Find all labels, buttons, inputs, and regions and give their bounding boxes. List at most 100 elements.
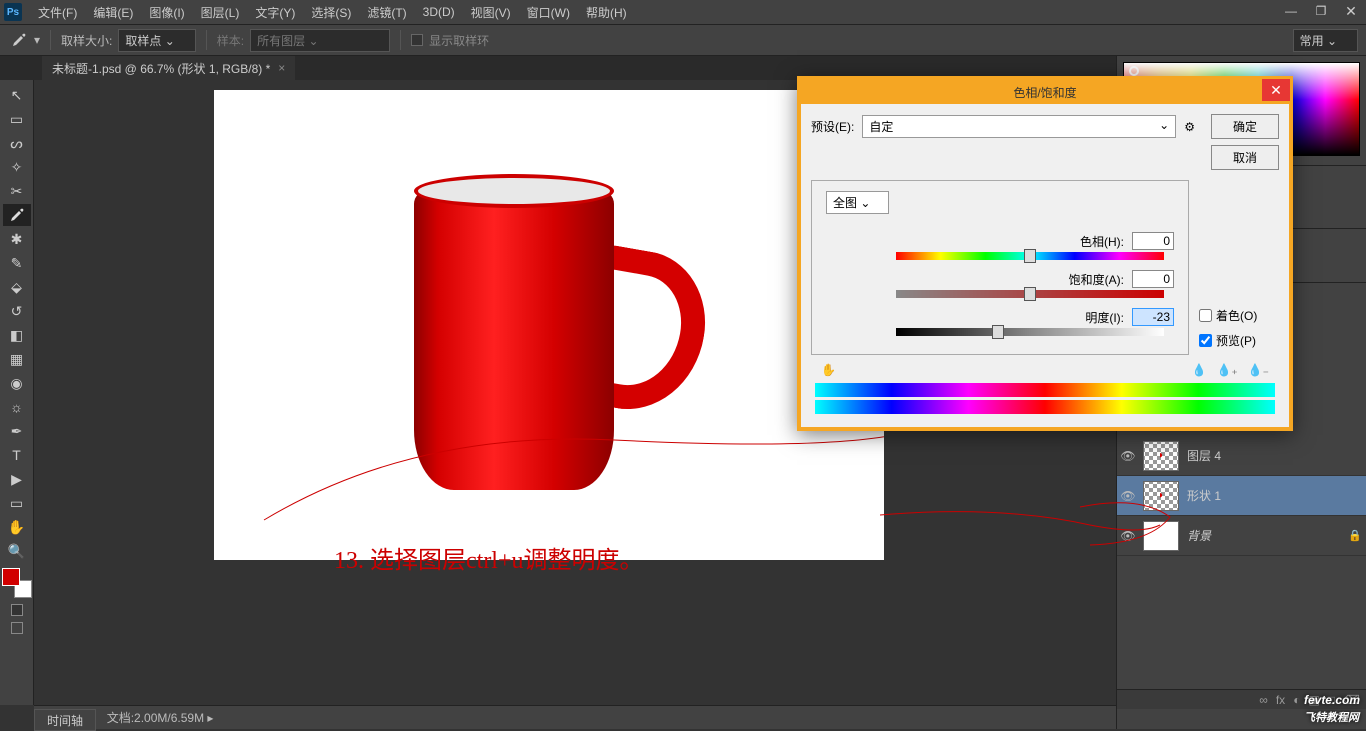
watermark: fevte.com 飞特教程网 xyxy=(1304,688,1360,725)
dialog-close-button[interactable]: ✕ xyxy=(1262,79,1290,101)
path-select-tool[interactable]: ▶ xyxy=(3,468,31,490)
eye-icon[interactable]: 👁 xyxy=(1121,449,1135,463)
dialog-titlebar[interactable]: 色相/饱和度 ✕ xyxy=(801,80,1289,104)
color-swatches[interactable] xyxy=(2,568,32,598)
fx-icon[interactable]: fx xyxy=(1276,693,1285,707)
pen-tool[interactable]: ✒ xyxy=(3,420,31,442)
menu-3d[interactable]: 3D(D) xyxy=(415,5,463,19)
eyedropper-plus-icon[interactable]: 💧₊ xyxy=(1216,363,1237,377)
colorize-checkbox[interactable]: 着色(O) xyxy=(1199,307,1279,324)
brush-tool[interactable]: ✎ xyxy=(3,252,31,274)
sample-label: 样本: xyxy=(217,32,244,49)
saturation-slider[interactable] xyxy=(896,290,1164,298)
shape-tool[interactable]: ▭ xyxy=(3,492,31,514)
menu-window[interactable]: 窗口(W) xyxy=(519,4,578,21)
saturation-input[interactable] xyxy=(1132,270,1174,288)
tools-panel: ↖ ▭ ᔕ ✧ ✂ ✱ ✎ ⬙ ↺ ◧ ▦ ◉ ☼ ✒ T ▶ ▭ ✋ 🔍 xyxy=(0,80,34,705)
history-brush-tool[interactable]: ↺ xyxy=(3,300,31,322)
hue-range-strip xyxy=(811,383,1279,414)
menu-bar: Ps 文件(F) 编辑(E) 图像(I) 图层(L) 文字(Y) 选择(S) 滤… xyxy=(0,0,1366,24)
lock-icon: 🔒 xyxy=(1348,529,1362,542)
eye-icon[interactable]: 👁 xyxy=(1121,489,1135,503)
hand-icon[interactable]: ✋ xyxy=(821,363,836,377)
close-icon[interactable]: × xyxy=(278,61,285,75)
hue-slider[interactable] xyxy=(896,252,1164,260)
stamp-tool[interactable]: ⬙ xyxy=(3,276,31,298)
menu-help[interactable]: 帮助(H) xyxy=(578,4,635,21)
options-bar: ▾ 取样大小: 取样点 ⌄ 样本: 所有图层 ⌄ 显示取样环 常用 ⌄ xyxy=(0,24,1366,56)
scope-select[interactable]: 全图 ⌄ xyxy=(826,191,889,214)
screenmode-icon[interactable] xyxy=(11,622,23,634)
eyedropper-minus-icon[interactable]: 💧₋ xyxy=(1248,363,1269,377)
preview-checkbox[interactable]: 预览(P) xyxy=(1199,332,1279,349)
layer-row[interactable]: 👁 ◗ 形状 1 xyxy=(1117,476,1366,516)
tutorial-annotation: 13. 选择图层ctrl+u调整明度。 xyxy=(334,540,644,575)
ok-button[interactable]: 确定 xyxy=(1211,114,1279,139)
sample-select[interactable]: 所有图层 ⌄ xyxy=(250,29,390,52)
lightness-input[interactable] xyxy=(1132,308,1174,326)
lightness-label: 明度(I): xyxy=(1004,309,1124,326)
preset-select[interactable]: 自定⌄ xyxy=(862,115,1176,138)
menu-type[interactable]: 文字(Y) xyxy=(247,4,303,21)
dodge-tool[interactable]: ☼ xyxy=(3,396,31,418)
doc-size-value: 2.00M/6.59M xyxy=(134,711,204,725)
window-maximize[interactable]: ❐ xyxy=(1306,0,1336,22)
sample-size-select[interactable]: 取样点 ⌄ xyxy=(118,29,195,52)
menu-filter[interactable]: 滤镜(T) xyxy=(359,4,414,21)
cancel-button[interactable]: 取消 xyxy=(1211,145,1279,170)
zoom-tool[interactable]: 🔍 xyxy=(3,540,31,562)
window-close[interactable]: ✕ xyxy=(1336,0,1366,22)
document-tab[interactable]: 未标题-1.psd @ 66.7% (形状 1, RGB/8) * × xyxy=(42,56,295,81)
hue-label: 色相(H): xyxy=(1004,233,1124,250)
menu-layer[interactable]: 图层(L) xyxy=(193,4,248,21)
move-tool[interactable]: ↖ xyxy=(3,84,31,106)
menu-file[interactable]: 文件(F) xyxy=(30,4,85,21)
mask-icon[interactable]: ◐ xyxy=(1293,693,1300,707)
document-canvas[interactable]: 13. 选择图层ctrl+u调整明度。 xyxy=(214,90,884,560)
layer-name: 背景 xyxy=(1187,527,1211,544)
layers-panel: 👁 ◗ 图层 4 👁 ◗ 形状 1 👁 背景 🔒 ∞ fx ◐ ▣ □ ⌫ xyxy=(1117,436,1366,709)
magic-wand-tool[interactable]: ✧ xyxy=(3,156,31,178)
eyedropper-tool[interactable] xyxy=(3,204,31,226)
layer-thumb: ◗ xyxy=(1143,481,1179,511)
dialog-title: 色相/饱和度 xyxy=(1013,84,1076,101)
eraser-tool[interactable]: ◧ xyxy=(3,324,31,346)
type-tool[interactable]: T xyxy=(3,444,31,466)
lasso-tool[interactable]: ᔕ xyxy=(3,132,31,154)
marquee-tool[interactable]: ▭ xyxy=(3,108,31,130)
layer-thumb xyxy=(1143,521,1179,551)
sample-size-label: 取样大小: xyxy=(61,32,112,49)
timeline-tab[interactable]: 时间轴 xyxy=(34,709,96,731)
mug-artwork xyxy=(414,190,614,490)
crop-tool[interactable]: ✂ xyxy=(3,180,31,202)
workspace-select[interactable]: 常用 ⌄ xyxy=(1293,29,1358,52)
show-ring-label: 显示取样环 xyxy=(429,32,489,49)
menu-edit[interactable]: 编辑(E) xyxy=(85,4,141,21)
layer-row[interactable]: 👁 背景 🔒 xyxy=(1117,516,1366,556)
quickmask-icon[interactable] xyxy=(11,604,23,616)
hue-input[interactable] xyxy=(1132,232,1174,250)
eye-icon[interactable]: 👁 xyxy=(1121,529,1135,543)
show-ring-checkbox[interactable] xyxy=(411,34,423,46)
foreground-color[interactable] xyxy=(2,568,20,586)
eyedropper-icon xyxy=(10,31,28,49)
layer-name: 形状 1 xyxy=(1187,487,1221,504)
document-tab-title: 未标题-1.psd @ 66.7% (形状 1, RGB/8) * xyxy=(52,60,270,77)
saturation-label: 饱和度(A): xyxy=(1004,271,1124,288)
lightness-slider[interactable] xyxy=(896,328,1164,336)
menu-select[interactable]: 选择(S) xyxy=(303,4,359,21)
hand-tool[interactable]: ✋ xyxy=(3,516,31,538)
gear-icon[interactable]: ⚙ xyxy=(1184,120,1195,134)
menu-image[interactable]: 图像(I) xyxy=(141,4,192,21)
spot-heal-tool[interactable]: ✱ xyxy=(3,228,31,250)
layer-row[interactable]: 👁 ◗ 图层 4 xyxy=(1117,436,1366,476)
gradient-tool[interactable]: ▦ xyxy=(3,348,31,370)
status-bar: 66.67% 文档:2.00M/6.59M ▸ xyxy=(34,705,1116,729)
menu-view[interactable]: 视图(V) xyxy=(463,4,519,21)
link-icon[interactable]: ∞ xyxy=(1259,693,1268,707)
window-minimize[interactable]: — xyxy=(1276,0,1306,22)
eyedropper-icon[interactable]: 💧 xyxy=(1191,363,1206,377)
hue-saturation-dialog: 色相/饱和度 ✕ 预设(E): 自定⌄ ⚙ 确定 取消 全图 ⌄ 色相(H): xyxy=(797,76,1293,431)
app-logo: Ps xyxy=(4,3,22,21)
blur-tool[interactable]: ◉ xyxy=(3,372,31,394)
